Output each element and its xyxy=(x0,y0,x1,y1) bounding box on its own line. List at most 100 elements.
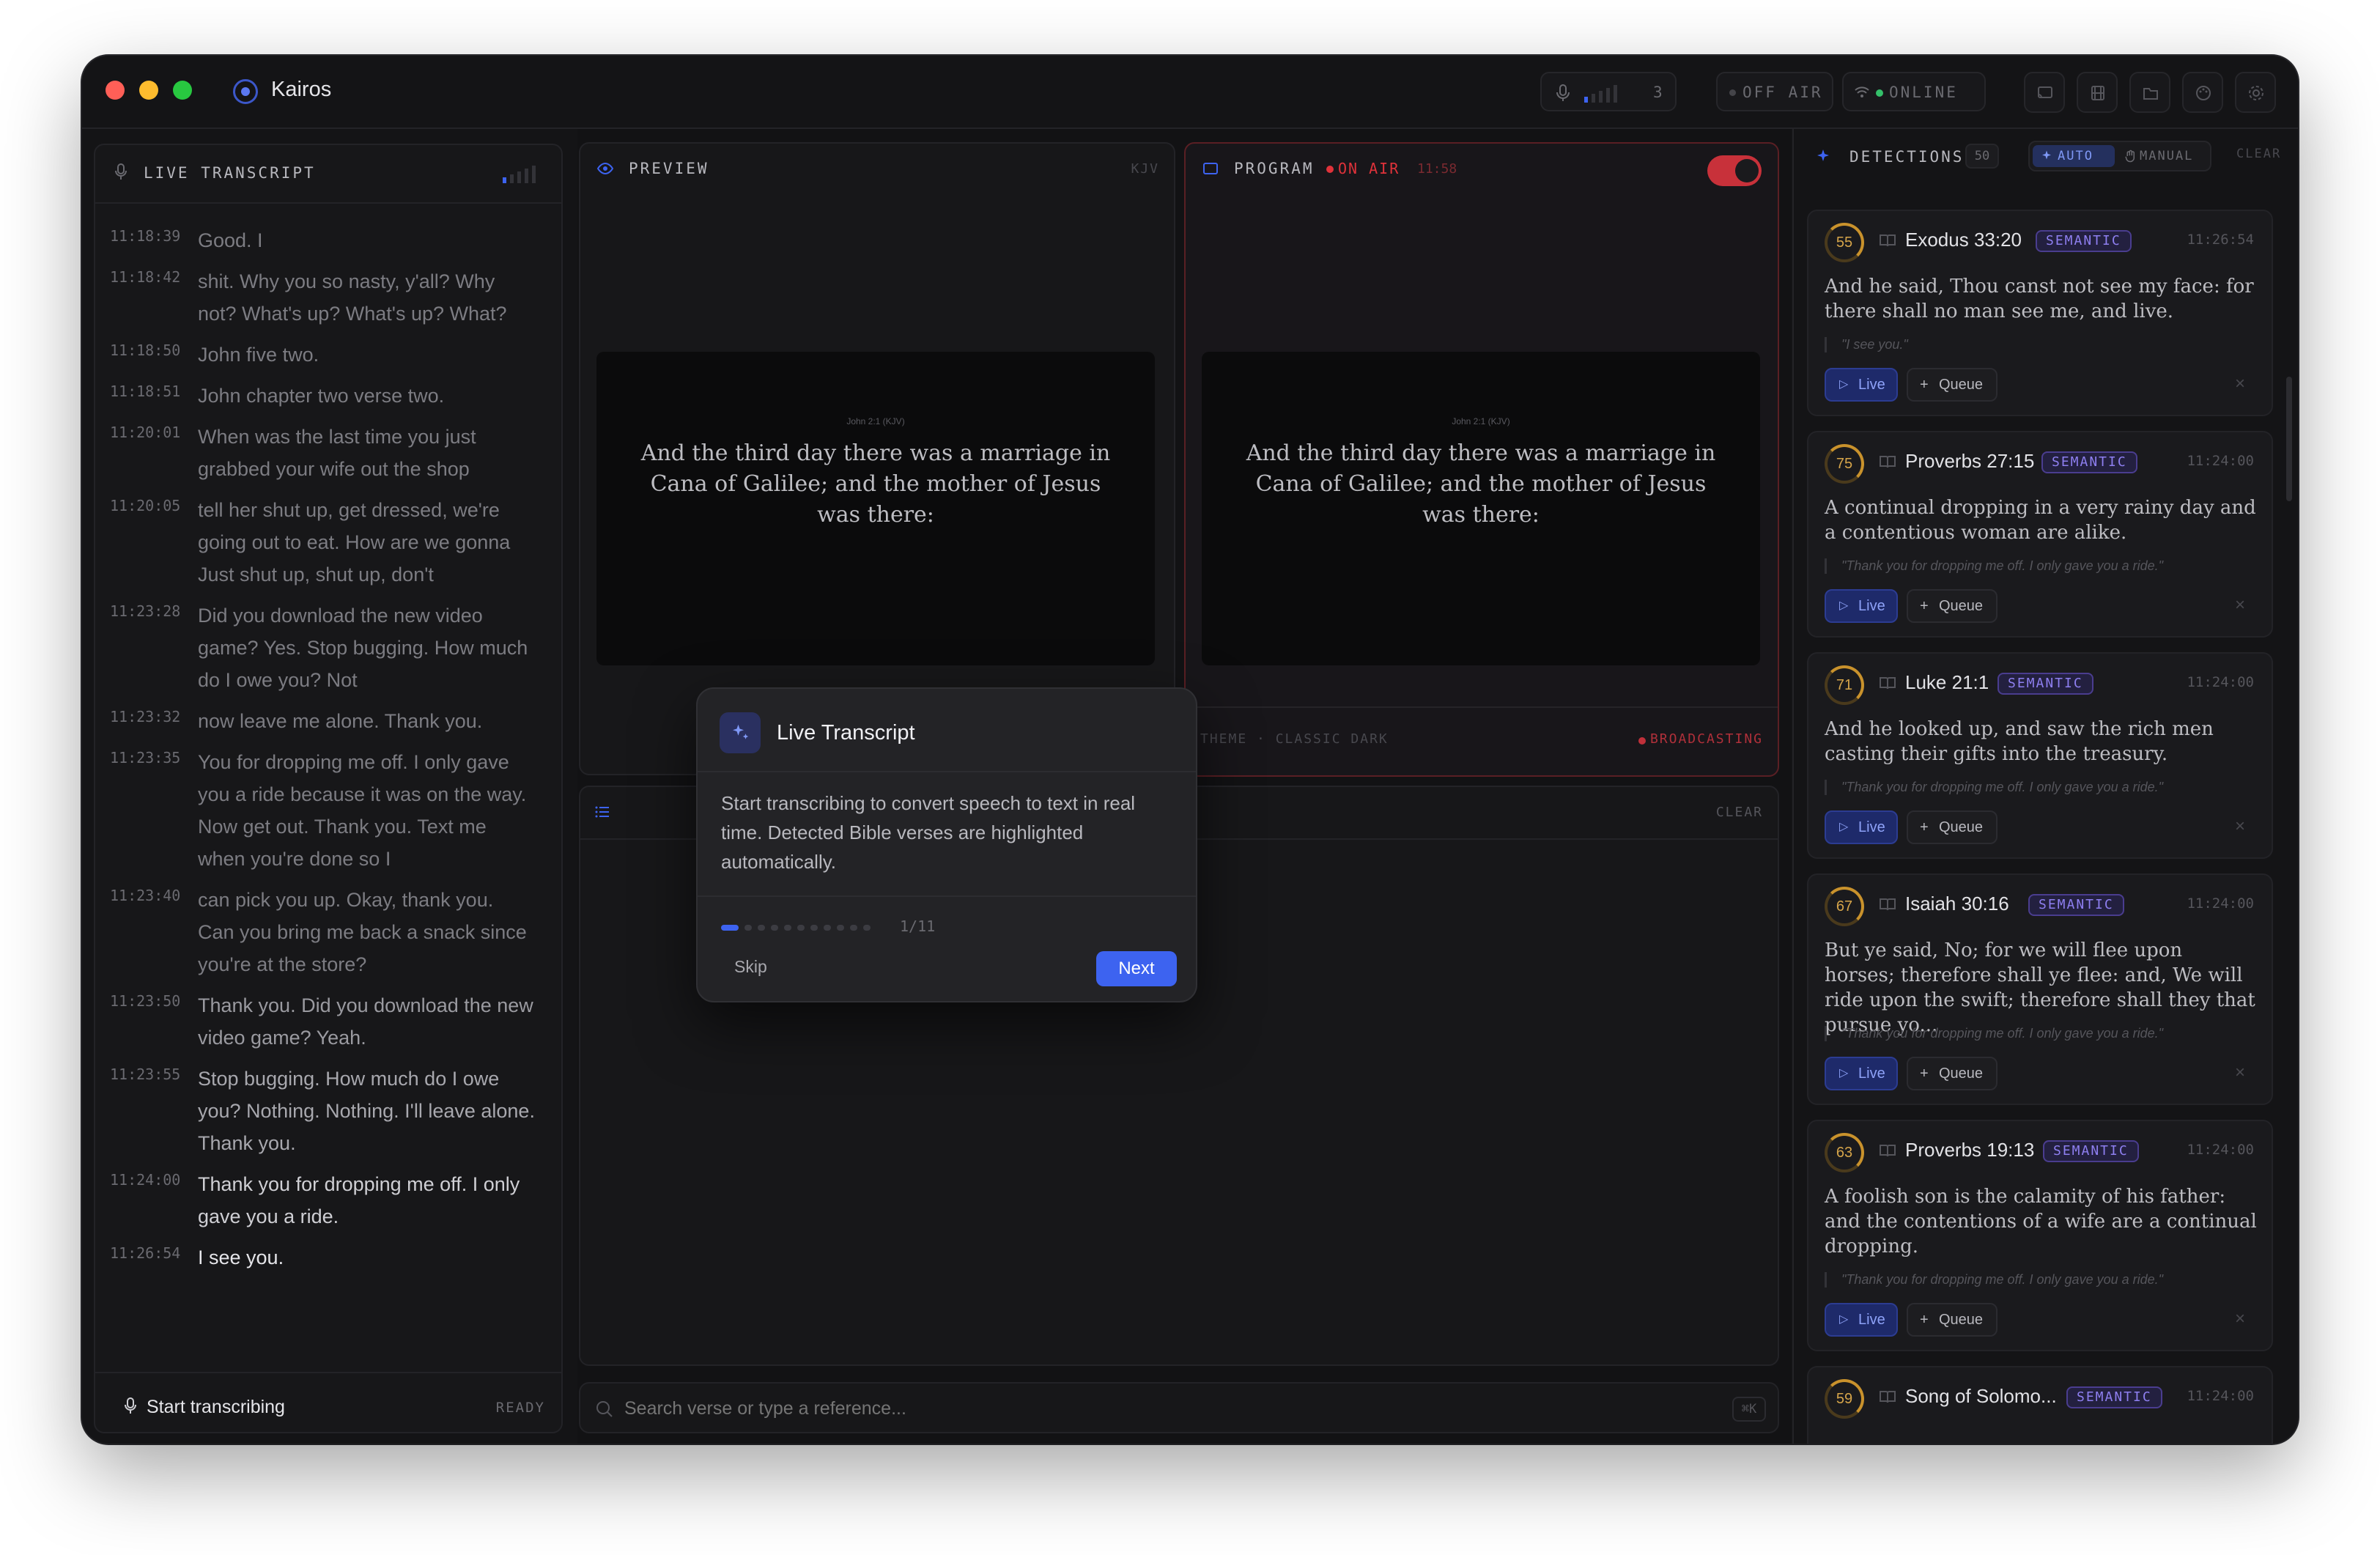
search-input[interactable] xyxy=(624,1394,1650,1423)
step-dot xyxy=(784,925,791,931)
live-button[interactable]: ▷ Live xyxy=(1825,1303,1898,1337)
queue-button[interactable]: + Queue xyxy=(1907,368,1998,402)
confidence-score: 59 xyxy=(1825,1379,1864,1419)
manual-mode-button[interactable]: MANUAL xyxy=(2121,145,2207,167)
dismiss-icon[interactable]: × xyxy=(2235,1063,2245,1083)
detection-card[interactable]: 75 Proverbs 27:15 SEMANTIC 11:24:00 A co… xyxy=(1807,431,2273,638)
transcript-text: I see you. xyxy=(198,1246,284,1268)
slide-verse-text: And the third day there was a marriage i… xyxy=(640,440,1111,528)
settings-button[interactable] xyxy=(2235,72,2276,113)
transcript-time: 11:20:01 xyxy=(110,424,181,441)
verse-reference: Proverbs 27:15 xyxy=(1905,450,2035,472)
on-air-time: 11:58 xyxy=(1417,161,1457,177)
start-transcribing-label: Start transcribing xyxy=(147,1397,285,1417)
step-dot xyxy=(824,925,831,931)
queue-button[interactable]: + Queue xyxy=(1907,810,1998,844)
verse-reference: Exodus 33:20 xyxy=(1905,229,2022,251)
mic-level-meter[interactable]: 3 xyxy=(1540,72,1677,111)
book-icon xyxy=(1880,1145,1896,1157)
dismiss-icon[interactable]: × xyxy=(2235,1309,2245,1329)
live-button[interactable]: ▷ Live xyxy=(1825,368,1898,402)
live-label: Live xyxy=(1858,819,1885,835)
folder-icon xyxy=(2143,88,2158,100)
next-button[interactable]: Next xyxy=(1096,951,1177,986)
queue-button[interactable]: + Queue xyxy=(1907,1057,1998,1090)
search-bar[interactable]: ⌘K xyxy=(579,1382,1779,1433)
match-type-badge: SEMANTIC xyxy=(2043,1140,2139,1162)
skip-button[interactable]: Skip xyxy=(734,957,767,977)
book-icon xyxy=(1880,1391,1896,1403)
detection-card[interactable]: 71 Luke 21:1 SEMANTIC 11:24:00 And he lo… xyxy=(1807,652,2273,859)
folder-button[interactable] xyxy=(2129,72,2170,113)
mode-switch: AUTO MANUAL xyxy=(2028,141,2211,171)
live-button[interactable]: ▷ Live xyxy=(1825,810,1898,844)
minimize-window-button[interactable] xyxy=(139,81,158,100)
source-quote: "Thank you for dropping me off. I only g… xyxy=(1825,1026,2257,1041)
queue-button[interactable]: + Queue xyxy=(1907,1303,1998,1337)
step-dot xyxy=(797,925,805,931)
queue-label: Queue xyxy=(1939,377,1984,393)
detection-card[interactable]: 59 Song of Solomo... SEMANTIC 11:24:00 xyxy=(1807,1366,2273,1444)
detection-card[interactable]: 55 Exodus 33:20 SEMANTIC 11:26:54 And he… xyxy=(1807,210,2273,416)
queue-button[interactable]: + Queue xyxy=(1907,589,1998,623)
cast-button[interactable] xyxy=(2024,72,2065,113)
preview-slide: John 2:1 (KJV) And the third day there w… xyxy=(596,352,1155,665)
search-icon xyxy=(596,1401,613,1417)
transcript-text: Stop bugging. How much do I owe you? Not… xyxy=(198,1068,535,1154)
match-type-badge: SEMANTIC xyxy=(1998,673,2093,695)
transcript-text: now leave me alone. Thank you. xyxy=(198,710,483,732)
transcript-text: John chapter two verse two. xyxy=(198,385,445,407)
live-button[interactable]: ▷ Live xyxy=(1825,1057,1898,1090)
scrollbar-thumb[interactable] xyxy=(2286,377,2292,501)
on-air-toggle[interactable] xyxy=(1707,155,1762,186)
play-icon: ▷ xyxy=(1839,1313,1849,1326)
queue-label: Queue xyxy=(1939,1312,1984,1328)
match-type-badge: SEMANTIC xyxy=(2041,451,2137,473)
auto-mode-button[interactable]: AUTO xyxy=(2033,145,2115,167)
detection-time: 11:26:54 xyxy=(2187,232,2254,248)
dismiss-icon[interactable]: × xyxy=(2235,374,2245,394)
microphone-icon xyxy=(1556,84,1570,101)
live-label: Live xyxy=(1858,1065,1885,1082)
mic-count: 3 xyxy=(1653,84,1663,101)
verse-reference: Isaiah 30:16 xyxy=(1905,893,2009,915)
transcript-text: You for dropping me off. I only gave you… xyxy=(198,751,527,870)
live-button[interactable]: ▷ Live xyxy=(1825,589,1898,623)
zoom-window-button[interactable] xyxy=(173,81,192,100)
step-dot xyxy=(863,925,871,931)
search-shortcut-hint: ⌘K xyxy=(1732,1397,1766,1422)
cast-icon xyxy=(2038,86,2052,98)
detection-card[interactable]: 63 Proverbs 19:13 SEMANTIC 11:24:00 A fo… xyxy=(1807,1120,2273,1351)
palette-icon xyxy=(2196,86,2211,100)
verse-text: And he said, Thou canst not see my face:… xyxy=(1825,276,2254,322)
detections-clear-button[interactable]: CLEAR xyxy=(2236,147,2281,161)
queue-clear-button[interactable]: CLEAR xyxy=(1716,805,1763,820)
plus-icon: + xyxy=(1920,1312,1929,1328)
on-air-label: ON AIR xyxy=(1338,160,1400,177)
transcript-text: Did you download the new video game? Yes… xyxy=(198,605,528,691)
confidence-score: 75 xyxy=(1825,444,1864,484)
confidence-score: 55 xyxy=(1825,223,1864,262)
theme-label[interactable]: THEME · CLASSIC DARK xyxy=(1200,731,1389,747)
play-icon: ▷ xyxy=(1839,599,1849,612)
detection-card[interactable]: 67 Isaiah 30:16 SEMANTIC 11:24:00 But ye… xyxy=(1807,873,2273,1105)
film-button[interactable] xyxy=(2077,72,2118,113)
play-icon: ▷ xyxy=(1839,378,1849,391)
dismiss-icon[interactable]: × xyxy=(2235,816,2245,837)
transcript-time: 11:18:42 xyxy=(110,268,181,286)
sparkles-icon xyxy=(1817,149,1829,161)
transcript-text: tell her shut up, get dressed, we're goi… xyxy=(198,499,511,586)
match-type-badge: SEMANTIC xyxy=(2036,230,2132,252)
step-dot xyxy=(850,925,857,931)
dismiss-icon[interactable]: × xyxy=(2235,595,2245,616)
step-dot xyxy=(744,925,752,931)
program-header: PROGRAM xyxy=(1234,160,1315,177)
title-bar: Kairos 3 OFF AIR ONLINE xyxy=(82,56,2298,129)
divider xyxy=(1186,706,1778,708)
confidence-score: 67 xyxy=(1825,887,1864,926)
close-window-button[interactable] xyxy=(106,81,125,100)
transcript-time: 11:20:05 xyxy=(110,497,181,514)
divider xyxy=(95,1372,561,1373)
live-label: Live xyxy=(1858,598,1885,614)
theme-button[interactable] xyxy=(2182,72,2223,113)
